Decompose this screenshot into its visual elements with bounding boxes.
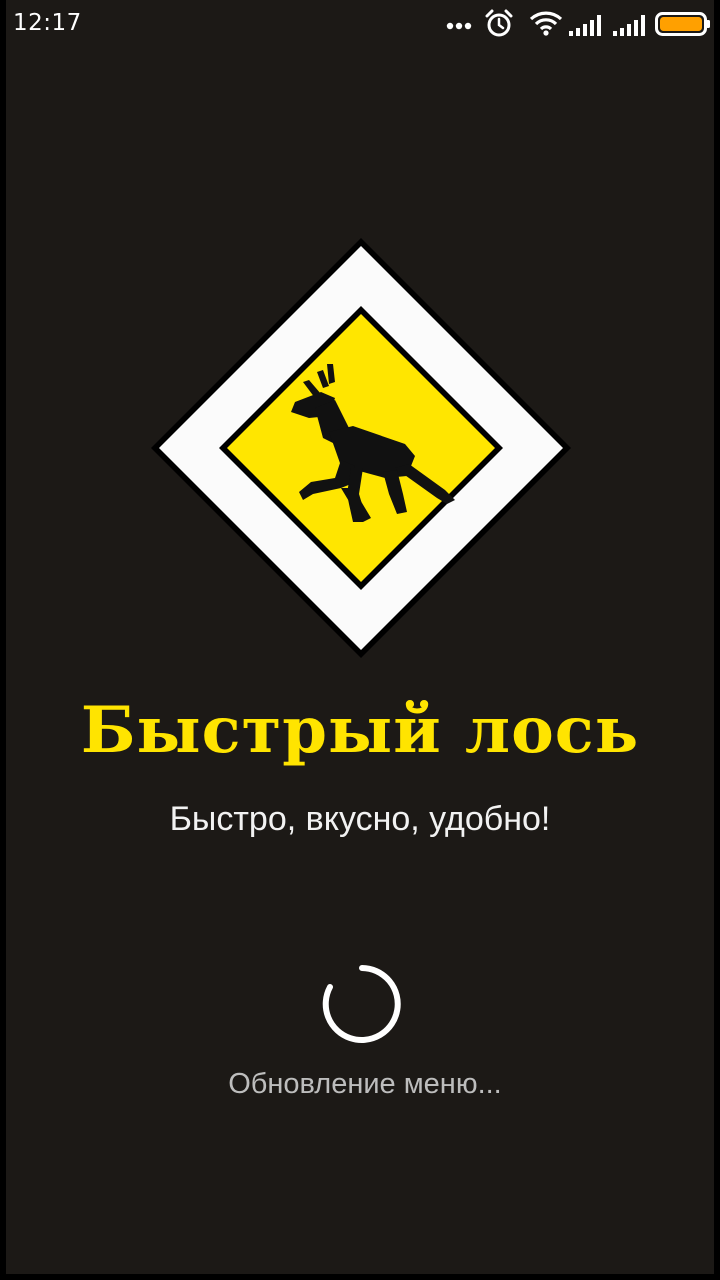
moose-crossing-sign-logo [151, 238, 571, 658]
brand-title: Быстрый лось [80, 693, 640, 768]
signal-icon [569, 15, 601, 36]
loading-status-text: Обновление меню... [228, 1068, 502, 1100]
more-dots-icon [446, 22, 472, 30]
splash-screen: 12:17 Быстрый лось Быстро, вкусно, удобн… [0, 0, 720, 1280]
status-time: 12:17 [13, 10, 82, 36]
brand-slogan: Быстро, вкусно, удобно! [169, 800, 551, 838]
status-bar: 12:17 [6, 0, 714, 48]
loading-spinner [322, 965, 401, 1043]
alarm-icon [485, 9, 513, 37]
signal-icon [613, 15, 645, 36]
battery-icon [655, 12, 710, 36]
wifi-icon [529, 11, 563, 36]
